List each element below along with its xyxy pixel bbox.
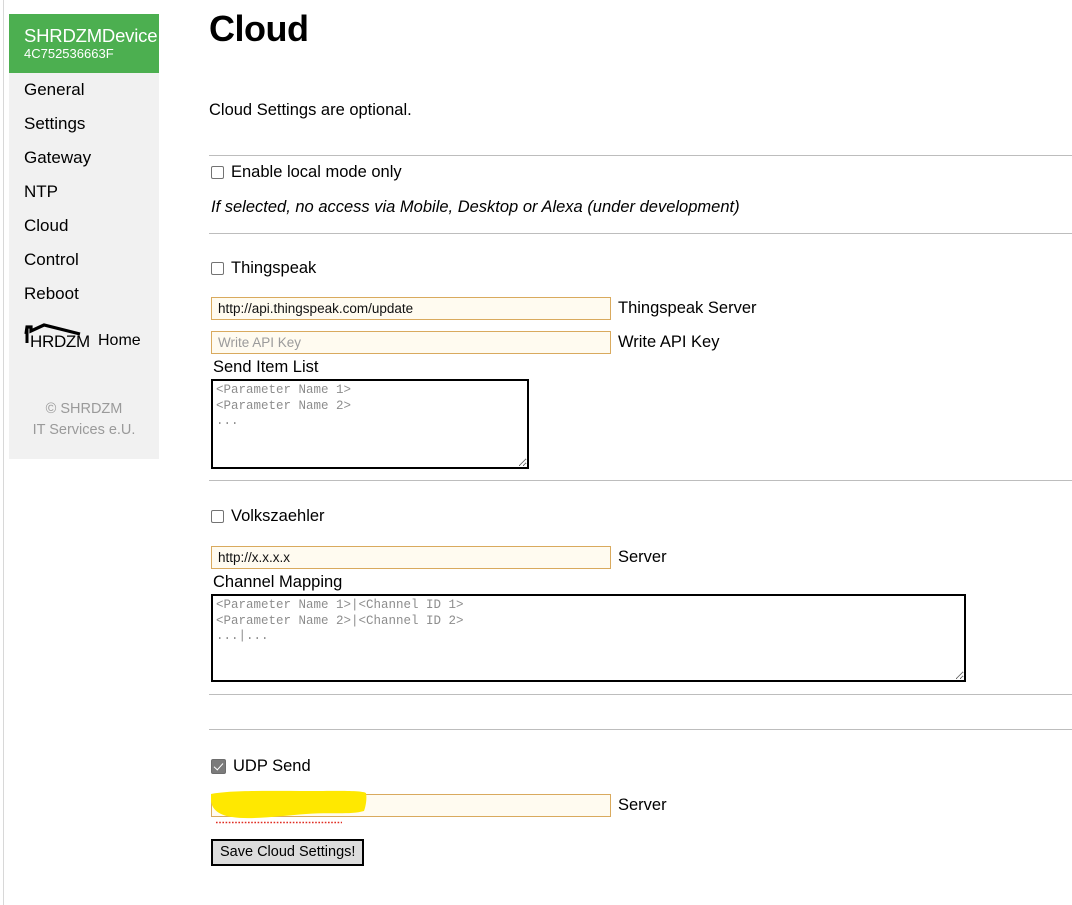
intro-text: Cloud Settings are optional. (209, 101, 412, 119)
udp-send-label: UDP Send (233, 757, 311, 775)
volkszaehler-section: Volkszaehler Server Channel Mapping (211, 507, 1072, 687)
page-title: Cloud (209, 8, 309, 49)
separator-5 (209, 729, 1072, 730)
copyright-line-1: © SHRDZM (45, 401, 123, 418)
enable-local-mode-label: Enable local mode only (231, 163, 402, 181)
separator-2 (209, 233, 1072, 234)
thingspeak-checkbox[interactable] (211, 262, 224, 275)
udp-section: UDP Send Server Save Cloud Settings! (211, 757, 1072, 866)
sidebar-footer: © SHRDZM IT Services e.U. (9, 399, 159, 441)
device-name: SHRDZMDevice (24, 25, 158, 46)
thingspeak-api-key-input[interactable] (211, 331, 611, 354)
sidebar: SHRDZMDevice 4C752536663F General Settin… (9, 14, 159, 460)
send-item-list-textarea[interactable] (211, 379, 529, 469)
sidebar-item-gateway[interactable]: Gateway (9, 141, 159, 175)
volkszaehler-server-input[interactable] (211, 546, 611, 569)
save-cloud-settings-button[interactable]: Save Cloud Settings! (211, 839, 365, 866)
copyright-line-2: IT Services e.U. (32, 422, 136, 439)
separator-3 (209, 480, 1072, 481)
volkszaehler-server-label: Server (618, 548, 667, 566)
volkszaehler-label: Volkszaehler (231, 507, 325, 525)
volkszaehler-checkbox[interactable] (211, 510, 224, 523)
local-mode-section: Enable local mode only If selected, no a… (211, 163, 1072, 217)
enable-local-mode-checkbox[interactable] (211, 166, 224, 179)
send-item-list-label: Send Item List (213, 358, 319, 376)
enable-local-mode-row[interactable]: Enable local mode only (211, 163, 1072, 182)
home-label: Home (98, 332, 141, 350)
volkszaehler-row[interactable]: Volkszaehler (211, 507, 1072, 526)
device-header: SHRDZMDevice 4C752536663F (9, 14, 159, 74)
sidebar-item-cloud[interactable]: Cloud (9, 209, 159, 243)
local-mode-note: If selected, no access via Mobile, Deskt… (211, 198, 740, 216)
thingspeak-label: Thingspeak (231, 259, 317, 277)
sidebar-item-settings[interactable]: Settings (9, 107, 159, 141)
device-id: 4C752536663F (24, 46, 114, 62)
sidebar-item-reboot[interactable]: Reboot (9, 277, 159, 311)
thingspeak-section: Thingspeak Thingspeak Server Write API K… (211, 259, 1072, 474)
shrdzm-home-link[interactable]: HRDZM Home (9, 311, 159, 351)
udp-server-input[interactable] (211, 794, 611, 817)
page-left-border (3, 0, 4, 905)
shrdzm-house-logo-icon: HRDZM (24, 323, 94, 351)
thingspeak-server-label: Thingspeak Server (618, 299, 757, 317)
udp-server-label: Server (618, 796, 667, 814)
main-content: Cloud Cloud Settings are optional. (209, 0, 1072, 120)
sidebar-item-control[interactable]: Control (9, 243, 159, 277)
udp-send-row[interactable]: UDP Send (211, 757, 1072, 776)
thingspeak-row[interactable]: Thingspeak (211, 259, 1072, 278)
thingspeak-api-key-label: Write API Key (618, 333, 720, 351)
channel-mapping-label: Channel Mapping (213, 573, 343, 591)
separator-1 (209, 155, 1072, 156)
channel-mapping-textarea[interactable] (211, 594, 966, 682)
sidebar-item-general[interactable]: General (9, 73, 159, 107)
separator-4 (209, 694, 1072, 695)
thingspeak-server-input[interactable] (211, 297, 611, 320)
udp-send-checkbox[interactable] (211, 759, 226, 774)
sidebar-item-ntp[interactable]: NTP (9, 175, 159, 209)
svg-text:HRDZM: HRDZM (30, 332, 90, 351)
